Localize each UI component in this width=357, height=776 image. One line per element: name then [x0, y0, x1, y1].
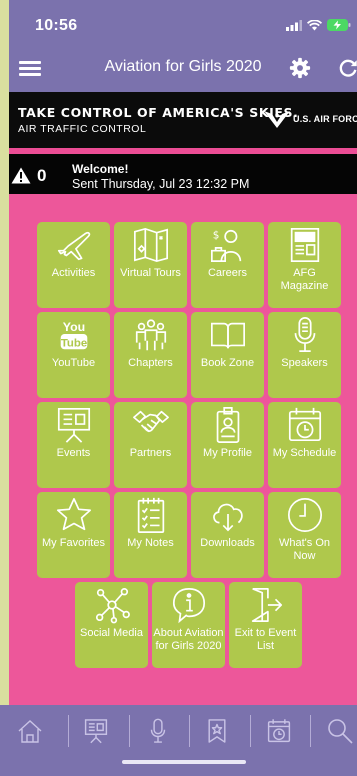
calendar-clock-icon — [288, 407, 321, 442]
tile-book-zone[interactable]: Book Zone — [191, 312, 264, 398]
career-person-icon: $ — [210, 229, 241, 263]
tab-search[interactable] — [320, 713, 357, 749]
tile-label: About Aviation for Girls 2020 — [153, 627, 224, 652]
tab-schedule[interactable] — [259, 713, 299, 749]
status-bar: 10:56 — [9, 0, 357, 45]
tab-favorites[interactable] — [197, 713, 237, 749]
tile-label: Partners — [129, 447, 172, 459]
warning-icon — [11, 167, 31, 184]
tile-events[interactable]: Events — [37, 402, 110, 488]
tile-label: My Schedule — [272, 447, 337, 459]
tile-partners[interactable]: Partners — [114, 402, 187, 488]
exit-door-icon — [251, 587, 282, 623]
presentation-board-icon — [84, 719, 108, 744]
alert-title: Welcome! — [72, 162, 129, 176]
group-icon — [135, 319, 166, 351]
tile-downloads[interactable]: Downloads — [191, 492, 264, 578]
tile-virtual-tours[interactable]: Virtual Tours — [114, 222, 187, 308]
tile-speakers[interactable]: Speakers — [268, 312, 341, 398]
tile-exit-to-event-list[interactable]: Exit to Event List — [229, 582, 302, 668]
tile-label: Activities — [51, 267, 96, 279]
banner-title: TAKE CONTROL OF AMERICA'S SKIES. — [18, 105, 299, 120]
app-screen: 10:56 Aviation for Girls 2020 TAKE CONTR… — [0, 0, 357, 776]
tab-home[interactable] — [10, 713, 50, 749]
home-icon — [18, 720, 42, 743]
tab-bar — [0, 705, 357, 776]
youtube-icon: You Tube — [60, 320, 87, 349]
air-force-text: U.S. AIR FORCE — [293, 114, 357, 124]
tile-grid: Activities Virtual Tours $ Careers AFG M… — [9, 194, 357, 705]
signal-icon — [286, 19, 302, 31]
tile-label: YouTube — [51, 357, 96, 369]
status-time: 10:56 — [35, 17, 78, 34]
gear-icon[interactable] — [289, 57, 311, 79]
banner-subtitle: AIR TRAFFIC CONTROL — [18, 123, 147, 135]
tile-label: Downloads — [200, 537, 255, 549]
tile-my-favorites[interactable]: My Favorites — [37, 492, 110, 578]
nav-bar: Aviation for Girls 2020 — [9, 48, 357, 92]
calendar-clock-icon — [267, 719, 291, 743]
handshake-icon — [132, 410, 169, 433]
svg-text:$: $ — [212, 229, 219, 241]
info-icon — [172, 587, 205, 624]
tile-my-notes[interactable]: My Notes — [114, 492, 187, 578]
tab-events[interactable] — [76, 713, 116, 749]
presentation-board-icon — [57, 407, 90, 443]
bookmark-star-icon — [208, 719, 226, 743]
tile-label: Social Media — [80, 627, 143, 639]
air-force-wings-icon — [264, 111, 290, 128]
alert-message: Sent Thursday, Jul 23 12:32 PM — [72, 177, 250, 191]
tile-label: Chapters — [128, 357, 173, 369]
tile-chapters[interactable]: Chapters — [114, 312, 187, 398]
tile-afg-magazine[interactable]: AFG Magazine — [268, 222, 341, 308]
svg-text:You: You — [62, 320, 84, 334]
left-edge-strip — [0, 0, 9, 705]
tile-activities[interactable]: Activities — [37, 222, 110, 308]
tile-my-schedule[interactable]: My Schedule — [268, 402, 341, 488]
tile-label: Virtual Tours — [120, 267, 181, 279]
tile-label: My Notes — [127, 537, 174, 549]
tile-label: Book Zone — [200, 357, 255, 369]
tile-label: AFG Magazine — [280, 267, 329, 292]
cloud-download-icon — [212, 503, 243, 532]
tile-about[interactable]: About Aviation for Girls 2020 — [152, 582, 225, 668]
open-book-icon — [210, 322, 245, 349]
tile-whats-on-now[interactable]: What's On Now — [268, 492, 341, 578]
tile-label: What's On Now — [278, 537, 330, 562]
tile-social-media[interactable]: Social Media — [75, 582, 148, 668]
tile-label: Exit to Event List — [234, 627, 297, 652]
status-icons — [286, 19, 351, 31]
wifi-icon — [307, 19, 322, 30]
tile-label: Careers — [207, 267, 248, 279]
alert-count: 0 — [37, 166, 47, 185]
air-force-logo: U.S. AIR FORCE — [263, 108, 357, 130]
network-icon — [95, 587, 130, 624]
tile-label: Speakers — [281, 357, 328, 369]
tile-label: Events — [56, 447, 91, 459]
alert-bar[interactable]: 0 Welcome! Sent Thursday, Jul 23 12:32 P… — [9, 154, 357, 194]
notes-checklist-icon — [137, 497, 164, 533]
home-indicator[interactable] — [122, 760, 246, 764]
microphone-icon — [294, 317, 315, 353]
tile-my-profile[interactable]: My Profile — [191, 402, 264, 488]
tile-label: My Profile — [203, 447, 252, 459]
airplane-icon — [57, 231, 90, 261]
map-icon — [133, 227, 168, 263]
tile-careers[interactable]: $ Careers — [191, 222, 264, 308]
search-icon — [328, 719, 353, 744]
star-icon — [56, 497, 91, 531]
battery-charging-icon — [327, 19, 351, 31]
ad-banner[interactable]: TAKE CONTROL OF AMERICA'S SKIES. AIR TRA… — [9, 92, 357, 148]
tile-youtube[interactable]: You Tube YouTube — [37, 312, 110, 398]
id-badge-icon — [216, 407, 239, 443]
tab-speakers[interactable] — [138, 713, 178, 749]
tile-label: My Favorites — [42, 537, 105, 549]
microphone-icon — [150, 718, 166, 743]
refresh-icon[interactable] — [337, 57, 357, 79]
svg-text:Tube: Tube — [60, 337, 86, 349]
magazine-icon — [290, 227, 319, 263]
clock-icon — [287, 497, 322, 533]
